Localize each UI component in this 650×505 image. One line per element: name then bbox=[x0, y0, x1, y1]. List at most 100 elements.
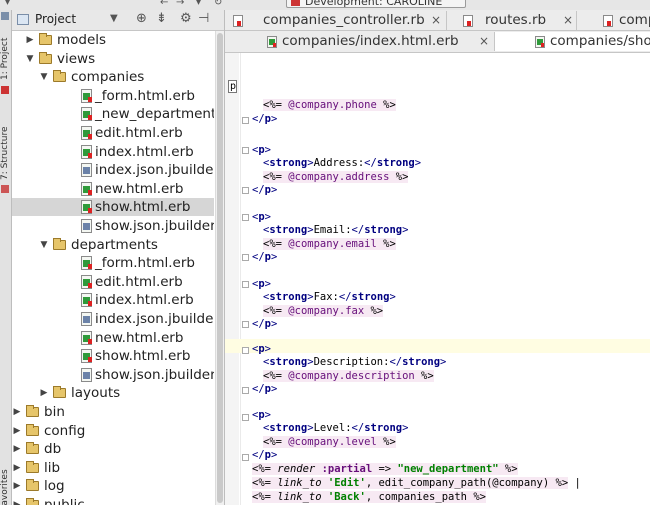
back-icon[interactable]: ← bbox=[160, 0, 168, 8]
dropdown-icon[interactable]: ▾ bbox=[196, 0, 201, 8]
sync-icon[interactable]: ↻ bbox=[214, 0, 222, 8]
forward-icon[interactable]: → bbox=[176, 0, 184, 8]
folder-icon bbox=[53, 238, 66, 250]
chevron-down-icon[interactable]: ▼ bbox=[39, 236, 49, 254]
tree-file[interactable]: index.html.erb bbox=[12, 291, 214, 309]
fold-marker[interactable] bbox=[242, 281, 249, 288]
tree-folder[interactable]: ▶ db bbox=[12, 440, 214, 458]
chevron-down-icon[interactable]: ▼ bbox=[39, 68, 49, 86]
code-line: <%= @company.level %> bbox=[263, 436, 396, 448]
tree-file[interactable]: _new_department.html.erb bbox=[12, 105, 214, 123]
tab-companies-helper[interactable]: companies_helper.rb bbox=[577, 11, 650, 30]
ruby-tool-icon[interactable] bbox=[1, 86, 9, 94]
project-scrollbar[interactable] bbox=[215, 31, 224, 505]
fold-guide bbox=[240, 53, 241, 505]
project-view-selector[interactable]: Project bbox=[35, 12, 76, 26]
tab-companies-index[interactable]: companies/index.html.erb × bbox=[225, 32, 495, 51]
tree-file[interactable]: show.json.jbuilder bbox=[12, 366, 214, 384]
tree-folder[interactable]: ▶ layouts bbox=[12, 384, 214, 402]
erb-file-icon bbox=[81, 349, 92, 363]
tree-folder[interactable]: ▶ lib bbox=[12, 459, 214, 477]
code-editor[interactable]: p <%= @company.phone %> </p> <p> <strong… bbox=[225, 53, 650, 505]
tab-routes[interactable]: routes.rb × bbox=[447, 11, 577, 30]
chevron-right-icon[interactable]: ▶ bbox=[12, 496, 22, 505]
tree-folder[interactable]: ▼ departments bbox=[12, 236, 214, 254]
folder-icon bbox=[26, 498, 39, 505]
tree-file[interactable]: new.html.erb bbox=[12, 180, 214, 198]
close-icon[interactable]: × bbox=[563, 11, 573, 30]
tree-folder[interactable]: ▶ config bbox=[12, 422, 214, 440]
project-panel: Project ▼ ⊕ ⇟ ⚙ ⊣ ▶ models ▼ views ▼ companie… bbox=[12, 10, 225, 505]
tree-file[interactable]: _form.html.erb bbox=[12, 254, 214, 272]
tab-companies-controller[interactable]: companies_controller.rb × bbox=[225, 11, 447, 30]
fold-marker[interactable] bbox=[242, 321, 249, 328]
fold-marker[interactable] bbox=[242, 147, 249, 154]
favorites-tool-button[interactable]: Favorites bbox=[0, 469, 11, 505]
chevron-down-icon[interactable]: ▼ bbox=[25, 50, 35, 68]
tree-file[interactable]: new.html.erb bbox=[12, 329, 214, 347]
folder-icon bbox=[26, 479, 39, 491]
tree-item-label: lib bbox=[44, 460, 61, 476]
structure-tool-button[interactable]: 7: Structure bbox=[0, 110, 11, 181]
chevron-right-icon[interactable]: ▶ bbox=[12, 477, 22, 495]
tree-file[interactable]: _form.html.erb bbox=[12, 87, 214, 105]
gear-icon[interactable]: ⚙ bbox=[180, 11, 192, 26]
tree-folder[interactable]: ▶ public bbox=[12, 496, 214, 505]
arrow-icon[interactable]: ▾ bbox=[5, 0, 10, 8]
chevron-down-icon[interactable]: ▼ bbox=[110, 13, 118, 24]
tab-companies-show[interactable]: companies/show.html.erb bbox=[495, 32, 650, 51]
tree-file[interactable]: show.json.jbuilder bbox=[12, 217, 214, 235]
tree-file[interactable]: index.html.erb bbox=[12, 143, 214, 161]
scrollbar-thumb[interactable] bbox=[217, 33, 223, 503]
code-line: </p> bbox=[252, 113, 278, 125]
fold-marker[interactable] bbox=[242, 254, 249, 261]
fold-marker[interactable] bbox=[242, 387, 249, 394]
run-configuration-selector[interactable]: Development: CAROLINE bbox=[286, 0, 466, 8]
chevron-right-icon[interactable]: ▶ bbox=[12, 459, 22, 477]
scroll-from-source-icon[interactable]: ⊕ bbox=[136, 11, 147, 26]
project-tool-icon[interactable] bbox=[1, 12, 9, 20]
tree-file[interactable]: index.json.jbuilder bbox=[12, 161, 214, 179]
chevron-right-icon[interactable]: ▶ bbox=[25, 31, 35, 49]
project-icon bbox=[17, 14, 29, 25]
tree-item-label: show.json.jbuilder bbox=[95, 218, 214, 234]
fold-marker[interactable] bbox=[242, 187, 249, 194]
collapse-all-icon[interactable]: ⇟ bbox=[156, 11, 167, 26]
erb-file-icon bbox=[81, 256, 92, 270]
fold-marker[interactable] bbox=[242, 214, 249, 221]
tree-file[interactable]: edit.html.erb bbox=[12, 124, 214, 142]
chevron-right-icon[interactable]: ▶ bbox=[12, 440, 22, 458]
project-tool-button[interactable]: 1: Project bbox=[0, 22, 11, 80]
code-line: <%= @company.fax %> bbox=[263, 305, 384, 317]
jbuilder-file-icon bbox=[81, 163, 92, 177]
code-line: <p> bbox=[252, 278, 271, 290]
tree-item-label: new.html.erb bbox=[95, 330, 184, 346]
erb-file-icon bbox=[81, 182, 92, 196]
tree-file[interactable]: index.json.jbuilder bbox=[12, 310, 214, 328]
structure-icon[interactable] bbox=[1, 185, 9, 193]
tree-folder[interactable]: ▶ models bbox=[12, 31, 214, 49]
tree-folder[interactable]: ▶ log bbox=[12, 477, 214, 495]
tree-folder[interactable]: ▼ companies bbox=[12, 68, 214, 86]
file-type-badge bbox=[83, 316, 90, 323]
tree-folder[interactable]: ▼ views bbox=[12, 50, 214, 68]
close-icon[interactable]: × bbox=[431, 11, 441, 30]
code-line: <p> bbox=[252, 343, 271, 355]
ruby-badge bbox=[88, 264, 92, 269]
chevron-right-icon[interactable]: ▶ bbox=[12, 403, 22, 421]
fold-marker[interactable] bbox=[242, 454, 249, 461]
code-line: <%= @company.address %> bbox=[263, 171, 409, 183]
chevron-right-icon[interactable]: ▶ bbox=[12, 422, 22, 440]
chevron-right-icon[interactable]: ▶ bbox=[39, 384, 49, 402]
tree-file[interactable]: show.html.erb bbox=[12, 198, 214, 216]
fold-marker[interactable] bbox=[242, 117, 249, 124]
hide-panel-icon[interactable]: ⊣ bbox=[198, 11, 209, 26]
fold-marker[interactable] bbox=[242, 414, 249, 421]
fold-marker[interactable] bbox=[242, 347, 249, 354]
tree-file[interactable]: edit.html.erb bbox=[12, 273, 214, 291]
editor-tab-row-1: companies_controller.rb × routes.rb × co… bbox=[225, 10, 650, 31]
tree-folder[interactable]: ▶ bin bbox=[12, 403, 214, 421]
close-icon[interactable]: × bbox=[479, 32, 489, 51]
ruby-file-icon bbox=[603, 15, 613, 27]
tree-file[interactable]: show.html.erb bbox=[12, 347, 214, 365]
